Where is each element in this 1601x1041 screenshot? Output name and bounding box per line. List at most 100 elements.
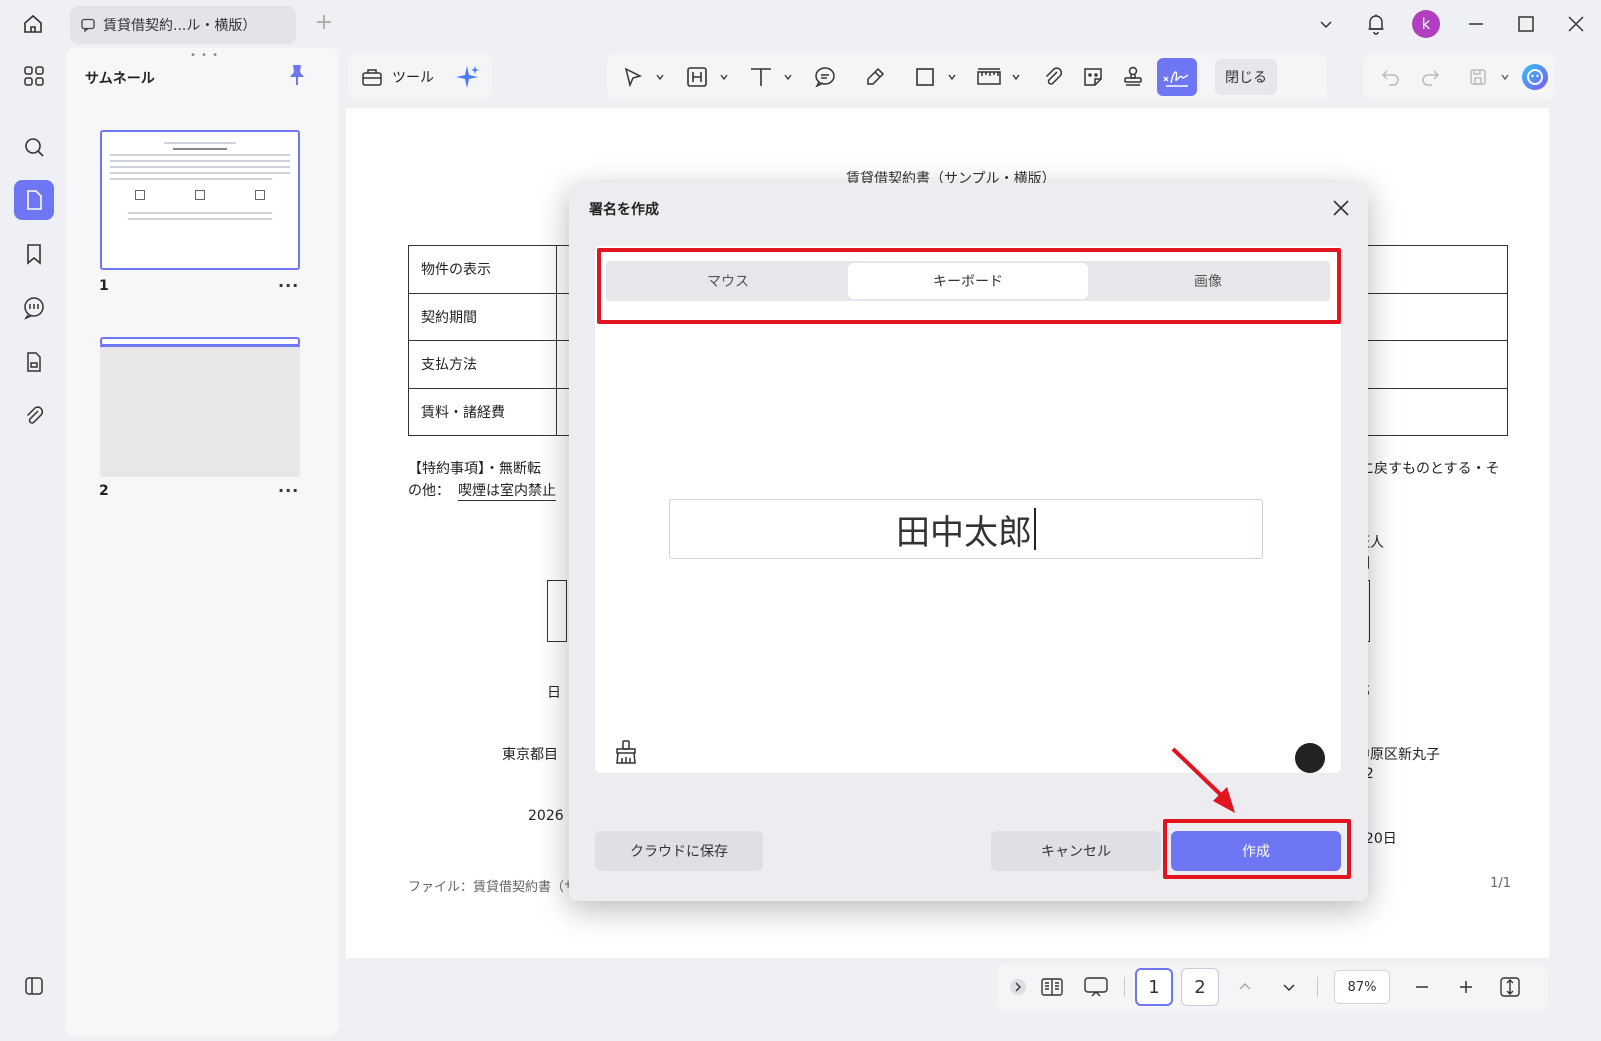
tools-label[interactable]: ツール (392, 67, 434, 87)
caret-down-icon (1501, 74, 1509, 81)
marker-icon (867, 67, 885, 85)
save-dropdown[interactable] (1498, 72, 1512, 82)
save-button[interactable] (1458, 59, 1498, 95)
presentation-button[interactable] (1074, 969, 1118, 1005)
page-button-2[interactable]: 2 (1181, 968, 1219, 1006)
stamp-icon (1124, 66, 1142, 86)
account-button[interactable]: k (1401, 0, 1451, 48)
notifications-button[interactable] (1351, 0, 1401, 48)
no-smoking-clause: 喫煙は室内禁止 (458, 480, 556, 501)
chevron-down-icon (1320, 21, 1332, 29)
ai-assistant-button[interactable] (1515, 59, 1555, 95)
left-date-initial: 日 (547, 685, 561, 701)
attach-tool[interactable] (1033, 59, 1073, 95)
minimize-icon (1469, 23, 1483, 25)
select-tool[interactable] (613, 59, 653, 95)
create-signature-dialog: 署名を作成 マウス キーボード 画像 田中太郎 クラウドに保存 キャンセル 作成 (569, 183, 1368, 901)
bell-icon (1368, 14, 1384, 35)
signature-tool[interactable] (1157, 58, 1197, 96)
edit-tools-group: 閉じる (607, 54, 1327, 100)
stamp-tool[interactable] (1113, 59, 1153, 95)
comments-icon (24, 297, 44, 320)
rail-search-button[interactable] (14, 127, 54, 167)
rail-attachments-button[interactable] (14, 396, 54, 436)
brush-icon (616, 740, 636, 764)
dialog-close-button[interactable] (1328, 195, 1354, 221)
shape-tool-dropdown[interactable] (945, 72, 959, 82)
heading-tool-dropdown[interactable] (717, 72, 731, 82)
text-tool-dropdown[interactable] (781, 72, 795, 82)
fit-height-icon (1500, 977, 1520, 997)
shape-tool[interactable] (905, 59, 945, 95)
thumbnail-page-1[interactable] (100, 130, 300, 270)
pen-color-button[interactable] (1295, 743, 1325, 773)
rail-comments-button[interactable] (14, 288, 54, 328)
home-button[interactable] (18, 10, 48, 38)
measure-tool-dropdown[interactable] (1009, 72, 1023, 82)
zoom-in-button[interactable] (1444, 969, 1488, 1005)
select-tool-dropdown[interactable] (653, 72, 667, 82)
plus-icon (1460, 981, 1472, 993)
maximize-button[interactable] (1501, 0, 1551, 48)
page-button-1[interactable]: 1 (1135, 968, 1173, 1006)
save-to-cloud-button[interactable]: クラウドに保存 (595, 831, 763, 871)
expand-button[interactable] (1006, 969, 1030, 1005)
rail-forms-button[interactable] (14, 342, 54, 382)
cancel-button[interactable]: キャンセル (991, 831, 1161, 871)
clear-button[interactable] (613, 739, 639, 769)
rail-collapse-button[interactable] (14, 966, 54, 1006)
undo-button[interactable] (1371, 59, 1411, 95)
heading-tool[interactable] (677, 59, 717, 95)
history-group (1363, 54, 1555, 100)
paperclip-icon (26, 406, 44, 424)
heading-icon (687, 67, 707, 87)
title-bar: 賃貸借契約...ル・横版） + k (0, 0, 1601, 48)
rail-apps-button[interactable] (14, 56, 54, 96)
close-window-button[interactable] (1551, 0, 1601, 48)
signature-icon (1163, 71, 1189, 87)
previous-page-button[interactable] (1223, 969, 1267, 1005)
minus-icon (1416, 986, 1428, 988)
special-terms-line-2: の他： (408, 483, 450, 499)
text-tool[interactable] (741, 59, 781, 95)
thumbnail-panel-title: サムネール (85, 71, 155, 87)
rail-thumbnails-button[interactable] (14, 180, 54, 220)
sticker-tool[interactable] (1073, 59, 1113, 95)
rectangle-icon (916, 68, 934, 86)
signature-text-input[interactable]: 田中太郎 (669, 499, 1263, 559)
caret-down-icon (1012, 74, 1020, 81)
comment-tool[interactable] (805, 59, 845, 95)
pin-icon (290, 65, 304, 85)
save-icon (1470, 69, 1486, 85)
thumbnail-more-button[interactable]: ··· (278, 276, 299, 295)
thumbnail-more-button[interactable]: ··· (278, 481, 299, 500)
page-icon (27, 190, 42, 210)
row-label: 支払方法 (408, 340, 557, 389)
next-page-button[interactable] (1267, 969, 1311, 1005)
new-tab-button[interactable]: + (312, 12, 336, 36)
close-icon (1333, 200, 1349, 216)
fit-page-button[interactable] (1488, 969, 1532, 1005)
thumbnail-page-2[interactable] (100, 337, 300, 477)
drag-handle[interactable]: • • • (190, 50, 219, 61)
highlight-tool[interactable] (855, 59, 895, 95)
zoom-level[interactable]: 87% (1334, 970, 1390, 1004)
chevron-down-icon (1283, 984, 1295, 992)
ai-assistant-icon (1522, 64, 1549, 90)
measure-tool[interactable] (969, 59, 1009, 95)
redo-button[interactable] (1411, 59, 1451, 95)
document-tab[interactable]: 賃貸借契約...ル・横版） (70, 6, 296, 44)
zoom-out-button[interactable] (1400, 969, 1444, 1005)
left-address: 東京都目 (502, 747, 558, 763)
two-page-view-button[interactable] (1030, 969, 1074, 1005)
comment-bubble-icon (815, 67, 835, 88)
pin-button[interactable] (288, 64, 306, 90)
dropdown-button[interactable] (1301, 0, 1351, 48)
caret-down-icon (784, 74, 792, 81)
close-tool-button[interactable]: 閉じる (1215, 59, 1277, 95)
close-icon (1568, 16, 1584, 32)
ai-sparkle-icon[interactable] (454, 64, 480, 90)
minimize-button[interactable] (1451, 0, 1501, 48)
sticker-icon (1084, 68, 1102, 86)
rail-bookmarks-button[interactable] (14, 234, 54, 274)
